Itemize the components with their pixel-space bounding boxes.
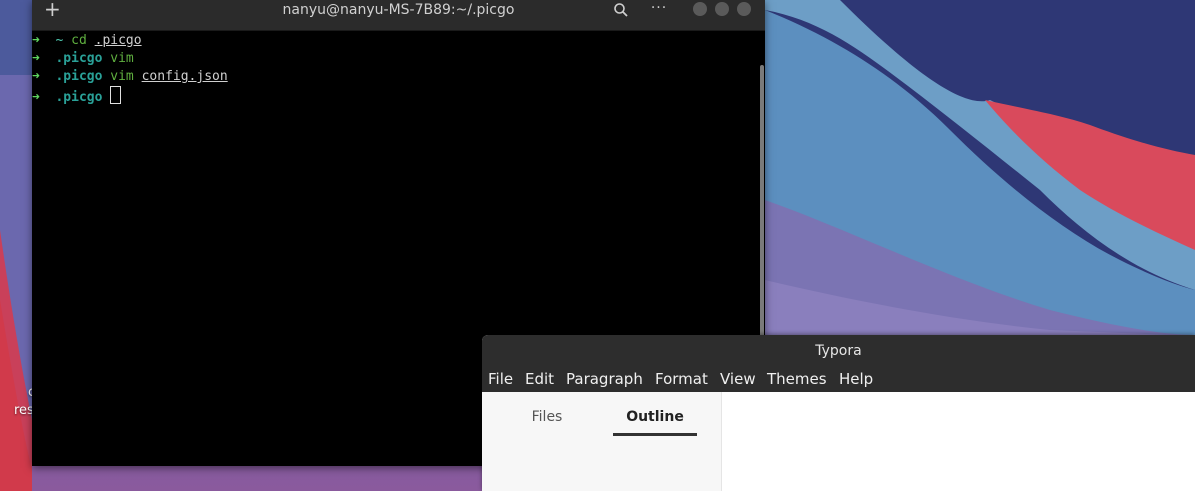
desktop-label-line2: res	[14, 403, 34, 418]
search-icon[interactable]	[612, 1, 630, 19]
minimize-button[interactable]	[693, 2, 707, 16]
command-text: vim	[110, 51, 134, 66]
menu-paragraph[interactable]: Paragraph	[566, 367, 643, 392]
terminal-scrollbar[interactable]	[760, 65, 764, 363]
terminal-line: ➜ .picgo	[32, 86, 122, 105]
close-button[interactable]	[737, 2, 751, 16]
typora-menubar: File Edit Paragraph Format View Themes H…	[482, 367, 1195, 392]
menu-format[interactable]: Format	[655, 367, 708, 392]
text-cursor	[110, 86, 122, 104]
terminal-line: ➜ .picgo vim config.json	[32, 68, 228, 86]
menu-view[interactable]: View	[720, 367, 756, 392]
terminal-line: ➜ .picgo vim	[32, 50, 134, 68]
tab-files[interactable]: Files	[512, 404, 582, 430]
typora-sidebar: Files Outline	[482, 392, 722, 491]
prompt-dir: .picgo	[55, 69, 103, 84]
tab-outline[interactable]: Outline	[613, 404, 697, 430]
maximize-button[interactable]	[715, 2, 729, 16]
command-arg: config.json	[141, 69, 228, 84]
terminal-header-bar[interactable]: + nanyu@nanyu-MS-7B89:~/.picgo ···	[32, 0, 765, 31]
menu-file[interactable]: File	[488, 367, 513, 392]
menu-edit[interactable]: Edit	[525, 367, 554, 392]
prompt-arrow-icon: ➜	[32, 33, 40, 48]
command-text: cd	[71, 33, 87, 48]
prompt-arrow-icon: ➜	[32, 69, 40, 84]
prompt-arrow-icon: ➜	[32, 51, 40, 66]
menu-help[interactable]: Help	[839, 367, 873, 392]
command-text: vim	[110, 69, 134, 84]
menu-themes[interactable]: Themes	[767, 367, 827, 392]
ellipsis-icon[interactable]: ···	[648, 0, 670, 18]
typora-window[interactable]: Typora File Edit Paragraph Format View T…	[482, 335, 1195, 491]
prompt-dir: ~	[55, 33, 64, 48]
command-arg: .picgo	[94, 33, 142, 48]
prompt-arrow-icon: ➜	[32, 90, 40, 105]
prompt-dir: .picgo	[55, 51, 103, 66]
typora-title: Typora	[815, 343, 862, 359]
terminal-line: ➜ ~ cd .picgo	[32, 32, 142, 50]
typora-titlebar[interactable]: Typora	[482, 335, 1195, 367]
active-tab-indicator	[613, 433, 697, 436]
prompt-dir: .picgo	[55, 90, 103, 105]
typora-editor[interactable]	[722, 392, 1195, 491]
